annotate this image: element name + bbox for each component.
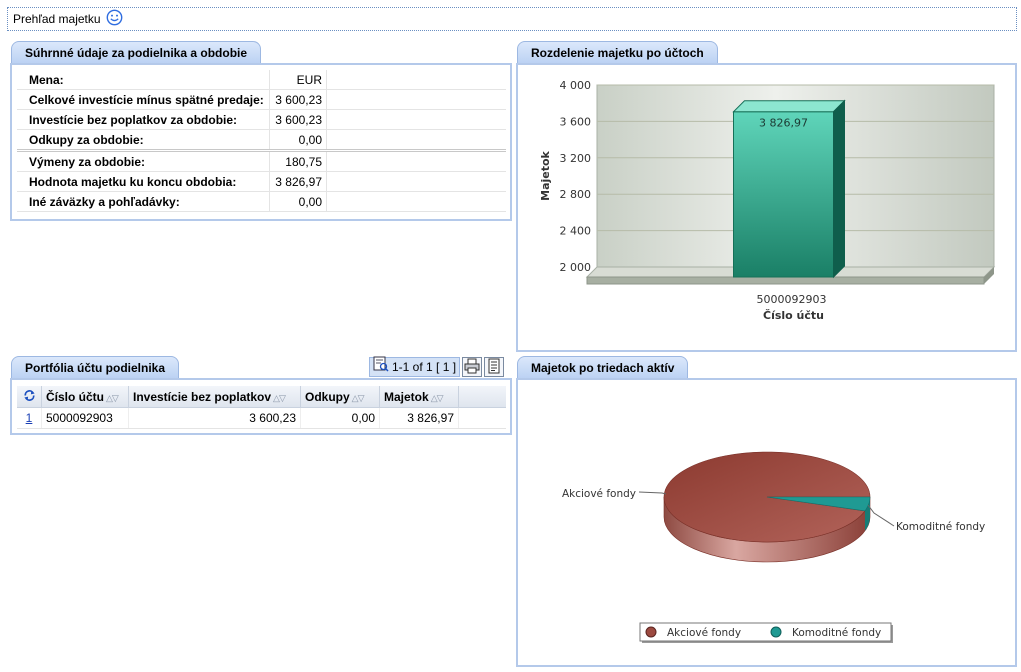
- summary-label: Výmeny za obdobie:: [17, 150, 270, 172]
- summary-label: Mena:: [17, 70, 270, 90]
- refresh-icon[interactable]: [23, 389, 36, 405]
- bar: [733, 111, 834, 278]
- summary-label: Investície bez poplatkov za obdobie:: [17, 109, 270, 130]
- legend-label: Komoditné fondy: [792, 627, 881, 639]
- summary-label: Celkové investície mínus spätné predaje:: [17, 89, 270, 110]
- sort-arrows-icon[interactable]: △▽: [273, 393, 286, 403]
- bar-panel-tab: Rozdelenie majetku po účtoch: [517, 41, 718, 63]
- summary-row: Investície bez poplatkov za obdobie: 3 60…: [17, 109, 506, 130]
- plot-floor-edge: [586, 276, 985, 285]
- y-tick-label: 3 600: [560, 115, 592, 128]
- summary-filler: [326, 191, 506, 212]
- summary-label: Odkupy za obdobie:: [17, 129, 270, 152]
- summary-row: Odkupy za obdobie: 0,00: [17, 129, 506, 152]
- page-header: Prehľad majetku: [7, 7, 1017, 31]
- sort-arrows-icon[interactable]: △▽: [431, 393, 444, 403]
- summary-label: Hodnota majetku ku koncu obdobia:: [17, 171, 270, 192]
- summary-row: Iné záväzky a pohľadávky: 0,00: [17, 191, 506, 212]
- pie-leader-line: [638, 491, 667, 495]
- summary-filler: [326, 70, 506, 90]
- x-axis-label: Číslo účtu: [763, 309, 824, 322]
- summary-row: Mena: EUR: [17, 70, 506, 90]
- bar-top: [732, 100, 846, 113]
- summary-filler: [326, 89, 506, 110]
- table-row: 1 5000092903 3 600,23 0,00 3 826,97: [17, 407, 506, 429]
- y-tick-label: 2 400: [560, 225, 592, 238]
- y-tick-label: 3 200: [560, 152, 592, 165]
- pager: 1-1 of 1 [ 1 ]: [369, 356, 461, 378]
- y-axis-label: Majetok: [539, 150, 552, 200]
- export-button[interactable]: [484, 357, 505, 377]
- col-label-redemptions: Odkupy: [305, 389, 350, 404]
- pie-label: Akciové fondy: [562, 488, 636, 500]
- col-header-filler: [458, 386, 506, 408]
- document-icon: [486, 358, 502, 377]
- bar-value-label: 3 826,97: [759, 117, 808, 130]
- summary-row: Výmeny za obdobie: 180,75: [17, 150, 506, 172]
- col-label-investments: Investície bez poplatkov: [133, 389, 272, 404]
- col-header-investments[interactable]: Investície bez poplatkov △▽: [128, 386, 301, 408]
- legend-swatch: [770, 626, 782, 638]
- summary-value: 3 826,97: [269, 171, 327, 192]
- summary-filler: [326, 129, 506, 152]
- x-tick-label: 5000092903: [757, 293, 827, 306]
- portfolio-panel-tab: Portfólia účtu podielnika: [11, 356, 180, 378]
- pie-label: Komoditné fondy: [896, 521, 985, 533]
- y-tick-label: 2 800: [560, 188, 592, 201]
- summary-label: Iné záväzky a pohľadávky:: [17, 191, 270, 212]
- pie-chart: Akciové fondy Komoditné fondy Akciové fond…: [562, 451, 985, 643]
- portfolio-toolbar: 1-1 of 1 [ 1 ]: [369, 356, 505, 378]
- pie-leader-line: [867, 504, 895, 527]
- summary-value: EUR: [269, 70, 327, 90]
- cell-assets: 3 826,97: [379, 407, 459, 429]
- y-tick-label: 4 000: [560, 79, 592, 92]
- sort-arrows-icon[interactable]: △▽: [106, 393, 119, 403]
- sort-arrows-icon[interactable]: △▽: [352, 393, 365, 403]
- summary-filler: [326, 109, 506, 130]
- cell-redemptions: 0,00: [300, 407, 380, 429]
- smiley-icon[interactable]: [106, 9, 123, 29]
- legend-swatch: [645, 626, 657, 638]
- pie-panel-tab: Majetok po triedach aktív: [517, 356, 689, 378]
- bar-side: [833, 99, 845, 279]
- portfolio-table: Číslo účtu △▽ Investície bez poplatkov △▽ …: [17, 386, 506, 429]
- col-header-redemptions[interactable]: Odkupy △▽: [300, 386, 380, 408]
- col-header-assets[interactable]: Majetok △▽: [379, 386, 459, 408]
- print-icon: [464, 358, 480, 377]
- summary-filler: [326, 171, 506, 192]
- print-button[interactable]: [462, 357, 483, 377]
- summary-row: Hodnota majetku ku koncu obdobia: 3 826,9…: [17, 171, 506, 192]
- summary-value: 3 600,23: [269, 89, 327, 110]
- y-tick-label: 2 000: [560, 261, 592, 274]
- col-label-account: Číslo účtu: [46, 389, 105, 404]
- col-header-account[interactable]: Číslo účtu △▽: [41, 386, 129, 408]
- summary-value: 180,75: [269, 150, 327, 172]
- pager-icon[interactable]: [373, 356, 389, 378]
- bar-chart: 2 000 2 400 2 800 3 200 3 600 4 000 Majetok Čís…: [539, 79, 996, 322]
- summary-row: Celkové investície mínus spätné predaje:…: [17, 89, 506, 110]
- summary-panel-tab: Súhrnné údaje za podielnika a obdobie: [11, 41, 262, 63]
- col-label-assets: Majetok: [384, 389, 429, 404]
- cell-investments: 3 600,23: [128, 407, 301, 429]
- pager-text: 1-1 of 1 [ 1 ]: [392, 360, 457, 374]
- portfolio-header-row: Číslo účtu △▽ Investície bez poplatkov △▽ …: [17, 386, 506, 408]
- summary-value: 0,00: [269, 129, 327, 152]
- refresh-header[interactable]: [17, 386, 42, 408]
- summary-value: 0,00: [269, 191, 327, 212]
- page-title: Prehľad majetku: [13, 12, 101, 26]
- legend-label: Akciové fondy: [667, 627, 741, 639]
- summary-table: Mena: EUR Celkové investície mínus spätné …: [17, 70, 506, 212]
- cell-account: 5000092903: [41, 407, 129, 429]
- row-index-link[interactable]: 1: [26, 411, 33, 425]
- summary-filler: [326, 150, 506, 172]
- summary-value: 3 600,23: [269, 109, 327, 130]
- cell-filler: [458, 407, 506, 429]
- row-index-cell: 1: [17, 407, 42, 429]
